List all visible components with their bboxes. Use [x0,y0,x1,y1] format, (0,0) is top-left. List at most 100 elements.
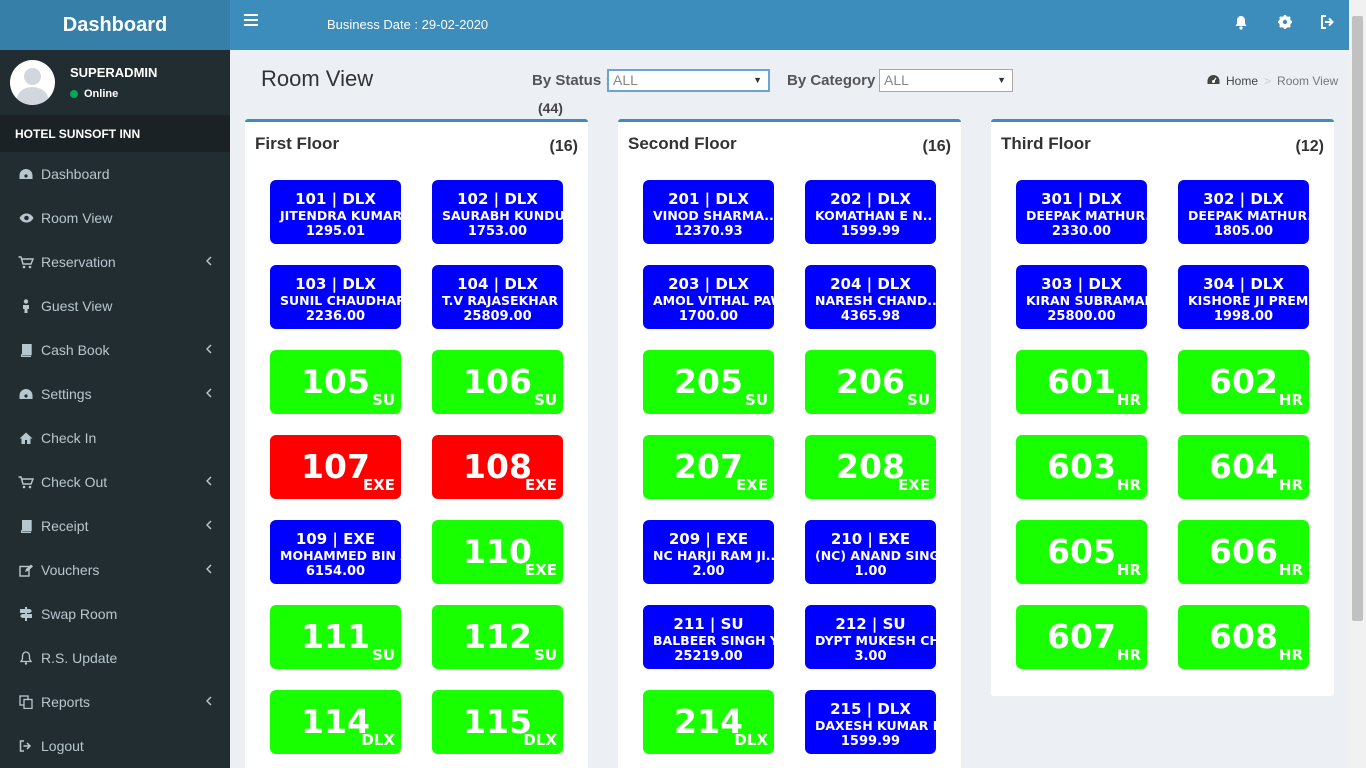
room-tile[interactable]: 301 | DLX DEEPAK MATHUR.. 2330.00 [1016,180,1147,244]
guest-name: DEEPAK MATHUR.. [1026,208,1147,223]
room-tile[interactable]: 203 | DLX AMOL VITHAL PAW 1700.00 [643,265,774,329]
chevron-left-icon [205,473,212,489]
category-filter-select[interactable]: ALL ▼ [879,69,1013,92]
room-tile[interactable]: 204 | DLX NARESH CHAND.. 4365.98 [805,265,936,329]
sidebar-item-receipt[interactable]: Receipt [0,504,230,548]
online-dot-icon [70,90,78,98]
chevron-left-icon [205,693,212,709]
room-tile[interactable]: 201 | DLX VINOD SHARMA.. 12370.93 [643,180,774,244]
guest-name: DYPT MUKESH CHA [815,633,936,648]
room-tile[interactable]: 214 DLX [643,690,774,754]
room-tile[interactable]: 303 | DLX KIRAN SUBRAMANI 25800.00 [1016,265,1147,329]
room-category: EXE [897,476,930,494]
room-tile[interactable]: 607 HR [1016,605,1147,669]
room-tile[interactable]: 606 HR [1178,520,1309,584]
room-tile[interactable]: 111 SU [270,605,401,669]
room-tile[interactable]: 205 SU [643,350,774,414]
room-tile[interactable]: 601 HR [1016,350,1147,414]
room-tile[interactable]: 206 SU [805,350,936,414]
room-tile[interactable]: 101 | DLX JITENDRA KUMAR.. 1295.01 [270,180,401,244]
dashboard-icon [18,388,34,400]
sidebar-item-check-out[interactable]: Check Out [0,460,230,504]
sidebar-item-swap-room[interactable]: Swap Room [0,592,230,636]
signpost-icon [18,607,34,621]
floor-title: First Floor [255,134,340,153]
sign-out-icon[interactable] [1320,15,1335,33]
room-tile[interactable]: 109 | EXEMOHAMMED BIN AI6154.00 [270,520,401,584]
app-logo[interactable]: Dashboard [0,0,230,50]
sidebar-item-guest-view[interactable]: Guest View [0,284,230,328]
room-tile[interactable]: 215 | DLX DAXESH KUMAR M 1599.99 [805,690,936,754]
bell-icon[interactable] [1234,15,1248,34]
room-tile[interactable]: 107 EXE [270,435,401,499]
room-tile[interactable]: 114 DLX [270,690,401,754]
status-filter-select[interactable]: ALL ▼ [607,69,770,92]
room-category: HR [1116,561,1141,579]
business-date: Business Date : 29-02-2020 [327,17,489,32]
sidebar-item-check-in[interactable]: Check In [0,416,230,460]
guest-name: (NC) ANAND SING.. [815,548,936,563]
room-tile[interactable]: 604 HR [1178,435,1309,499]
room-tile[interactable]: 212 | SUDYPT MUKESH CHA3.00 [805,605,936,669]
sidebar-item-logout[interactable]: Logout [0,724,230,768]
scrollbar-thumb[interactable] [1352,16,1363,621]
room-tile[interactable]: 208 EXE [805,435,936,499]
sidebar-item-reservation[interactable]: Reservation [0,240,230,284]
room-tile[interactable]: 102 | DLX SAURABH KUNDU.. 1753.00 [432,180,563,244]
person-icon [18,299,34,313]
room-tile[interactable]: 603 HR [1016,435,1147,499]
room-tile[interactable]: 209 | EXE NC HARJI RAM JI.. 2.00 [643,520,774,584]
room-number-category: 101 | DLX [295,190,376,208]
category-filter-value: ALL [884,72,909,88]
guest-name: KIRAN SUBRAMANI [1026,293,1147,308]
guest-name: SUNIL CHAUDHARY [280,293,401,308]
home-icon [18,432,34,444]
room-number-category: 303 | DLX [1041,275,1122,293]
sidebar-item-reports[interactable]: Reports [0,680,230,724]
room-tile[interactable]: 110 EXE [432,520,563,584]
room-tile[interactable]: 210 | EXE (NC) ANAND SING.. 1.00 [805,520,936,584]
copy-icon [18,695,34,709]
room-tile[interactable]: 112 SU [432,605,563,669]
room-category: HR [1116,646,1141,664]
sidebar-item-cash-book[interactable]: Cash Book [0,328,230,372]
gear-icon[interactable] [1278,15,1292,33]
room-number-category: 210 | EXE [830,530,911,548]
guest-name: KOMATHAN E N.. [815,208,933,223]
room-amount: 25809.00 [463,309,532,324]
room-tile[interactable]: 108 EXE [432,435,563,499]
room-tile[interactable]: 202 | DLX KOMATHAN E N.. 1599.99 [805,180,936,244]
sidebar-item-label: Check In [41,430,97,446]
dashboard-icon [1207,74,1220,88]
scrollbar[interactable] [1349,0,1366,768]
sidebar-item-vouchers[interactable]: Vouchers [0,548,230,592]
room-tile[interactable]: 602 HR [1178,350,1309,414]
room-category: SU [372,391,395,409]
room-tile[interactable]: 605 HR [1016,520,1147,584]
cart-icon [18,475,34,489]
sidebar-item-dashboard[interactable]: Dashboard [0,152,230,196]
breadcrumb-separator: > [1264,74,1272,88]
sidebar-item-r-s-update[interactable]: R.S. Update [0,636,230,680]
chevron-left-icon [205,341,212,357]
room-tile[interactable]: 105 SU [270,350,401,414]
hamburger-menu-icon[interactable] [244,14,258,26]
room-tile[interactable]: 103 | DLX SUNIL CHAUDHARY 2236.00 [270,265,401,329]
room-tile[interactable]: 304 | DLX KISHORE JI PREM.. 1998.00 [1178,265,1309,329]
room-tile[interactable]: 115 DLX [432,690,563,754]
sidebar-item-settings[interactable]: Settings [0,372,230,416]
room-tile[interactable]: 207 EXE [643,435,774,499]
room-tile[interactable]: 608 HR [1178,605,1309,669]
room-number-category: 203 | DLX [668,275,749,293]
breadcrumb-home[interactable]: Home [1226,74,1258,88]
book-icon [18,519,34,533]
room-category: DLX [361,731,395,749]
sidebar-item-room-view[interactable]: Room View [0,196,230,240]
room-tile[interactable]: 211 | SU BALBEER SINGH Y.. 25219.00 [643,605,774,669]
room-tile[interactable]: 104 | DLX T.V RAJASEKHAR .. 25809.00 [432,265,563,329]
room-tile[interactable]: 106 SU [432,350,563,414]
room-category: HR [1116,391,1141,409]
user-status-label: Online [84,88,119,100]
guest-name: VINOD SHARMA.. [653,208,774,223]
room-tile[interactable]: 302 | DLX DEEPAK MATHUR.. 1805.00 [1178,180,1309,244]
